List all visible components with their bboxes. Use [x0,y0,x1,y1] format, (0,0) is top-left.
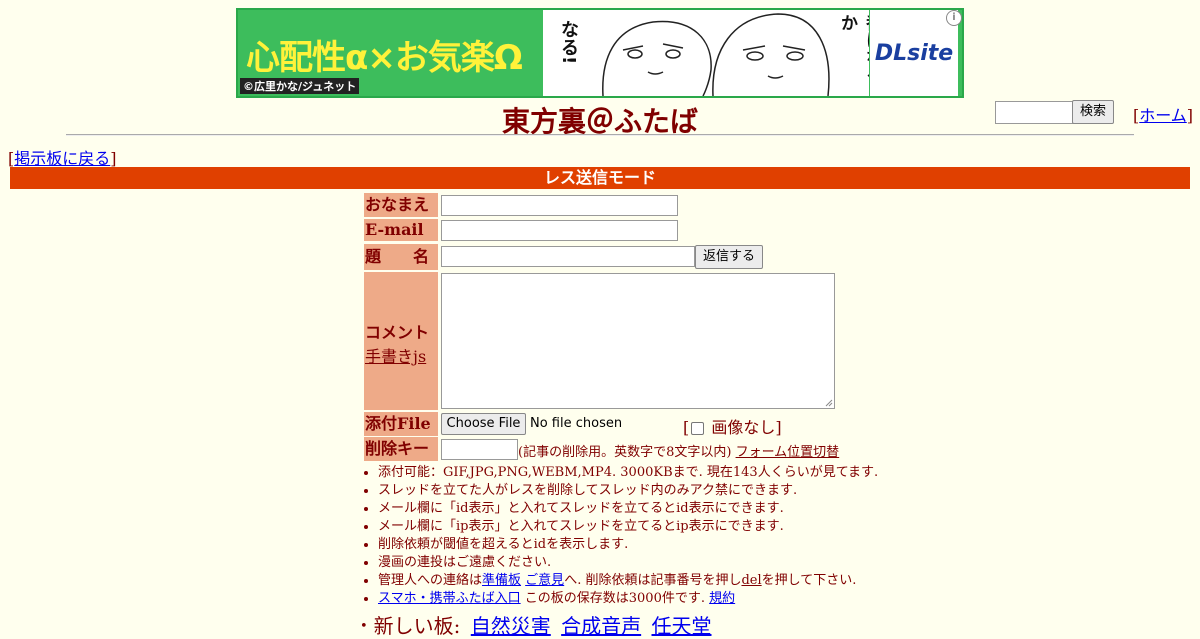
submit-reply-button[interactable]: 返信する [695,245,763,269]
ad-title: 心配性α×お気楽Ω [246,38,523,78]
board-link[interactable]: 自然災害 [471,614,551,638]
contact-item: 管理人への連絡は準備板 ご意見へ. 削除依頼は記事番号を押しdelを押して下さい… [378,572,878,590]
contact-prefix: 管理人への連絡は [378,573,483,588]
board-link[interactable]: 合成音声 [561,614,641,638]
board-link[interactable]: 任天堂 [652,614,712,638]
choose-file-button[interactable]: Choose File [441,413,526,435]
delete-key-note: (記事の削除用。英数字で8文字以内) [518,445,732,460]
back-link-wrap: [掲示板に戻る] [8,149,117,168]
contact-suffix: を押して下さい. [761,573,857,588]
search-input[interactable] [995,101,1078,124]
home-link[interactable]: ホーム [1139,106,1187,125]
name-input[interactable] [441,195,678,216]
attach-label: 添付File [364,412,438,436]
divider [66,134,1134,136]
ad-illustration: なる! 番になるか [543,10,869,96]
contact-middle: へ. 削除依頼は記事番号を押し [564,573,742,588]
ad-credit: ©広里かな/ジュネット [240,78,360,94]
ad-logo: DLsite [870,10,958,96]
subject-label: 題 名 [364,244,438,270]
list-item: スレッドを立てた人がレスを削除してスレッド内のみアク禁にできます. [378,482,878,500]
feedback-link[interactable]: ご意見 [525,573,564,588]
del-link[interactable]: del [741,573,761,588]
form-position-toggle-link[interactable]: フォーム位置切替 [736,445,840,460]
list-item: 漫画の連投はご遠慮ください. [378,554,878,572]
resize-handle-icon[interactable] [825,399,833,407]
no-image-label: 画像なし [711,418,776,437]
no-file-text: No file chosen [530,416,623,431]
handwrite-link[interactable]: 手書きjs [365,347,426,366]
list-item: メール欄に「id表示」と入れてスレッドを立てるとid表示にできます. [378,500,878,518]
comment-textarea[interactable] [441,273,835,409]
search-button[interactable]: 検索 [1072,100,1114,124]
comment-label-cell: コメント 手書きjs [364,272,438,410]
list-item: メール欄に「ip表示」と入れてスレッドを立てるとip表示にできます. [378,518,878,536]
no-image-option: [ 画像なし] [683,418,782,437]
ad-art-text-1: なる! [558,20,579,65]
delete-key-label: 削除キー [364,437,438,461]
rules-link[interactable]: 規約 [709,591,735,606]
info-icon[interactable]: i [946,10,962,26]
ad-banner[interactable]: 心配性α×お気楽Ω ©広里かな/ジュネット なる! 番になるか DLsite i [236,8,964,98]
mobile-entrance-link[interactable]: スマホ・携帯ふたば入口 [378,591,521,606]
delete-key-note-wrap: (記事の削除用。英数字で8文字以内) フォーム位置切替 [518,441,839,460]
comment-label: コメント [365,323,430,342]
ad-art-text-2: 番になるか [837,14,869,82]
home-link-wrap: [ホーム] [1133,106,1194,125]
email-input[interactable] [441,220,678,241]
email-label: E-mail [364,219,438,241]
list-item: 削除依頼が閾値を超えるとidを表示します. [378,536,878,554]
back-to-board-link[interactable]: 掲示板に戻る [14,149,110,168]
name-label: おなまえ [364,193,438,217]
reply-mode-bar: レス送信モード [10,167,1190,189]
notes-list: 添付可能：GIF,JPG,PNG,WEBM,MP4. 3000KBまで. 現在1… [360,464,878,608]
prep-board-link[interactable]: 準備板 [482,573,521,588]
no-image-checkbox[interactable] [691,422,705,435]
new-boards-label: 新しい板: [373,614,461,638]
storage-note: この板の保存数は3000件です. [520,591,705,606]
list-item: 添付可能：GIF,JPG,PNG,WEBM,MP4. 3000KBまで. 現在1… [378,464,878,482]
mobile-item: スマホ・携帯ふたば入口 この板の保存数は3000件です. 規約 [378,590,878,608]
subject-input[interactable] [441,246,695,267]
new-boards: • 新しい板: 自然災害 合成音声 任天堂 [360,614,712,638]
delete-key-input[interactable] [441,439,518,460]
